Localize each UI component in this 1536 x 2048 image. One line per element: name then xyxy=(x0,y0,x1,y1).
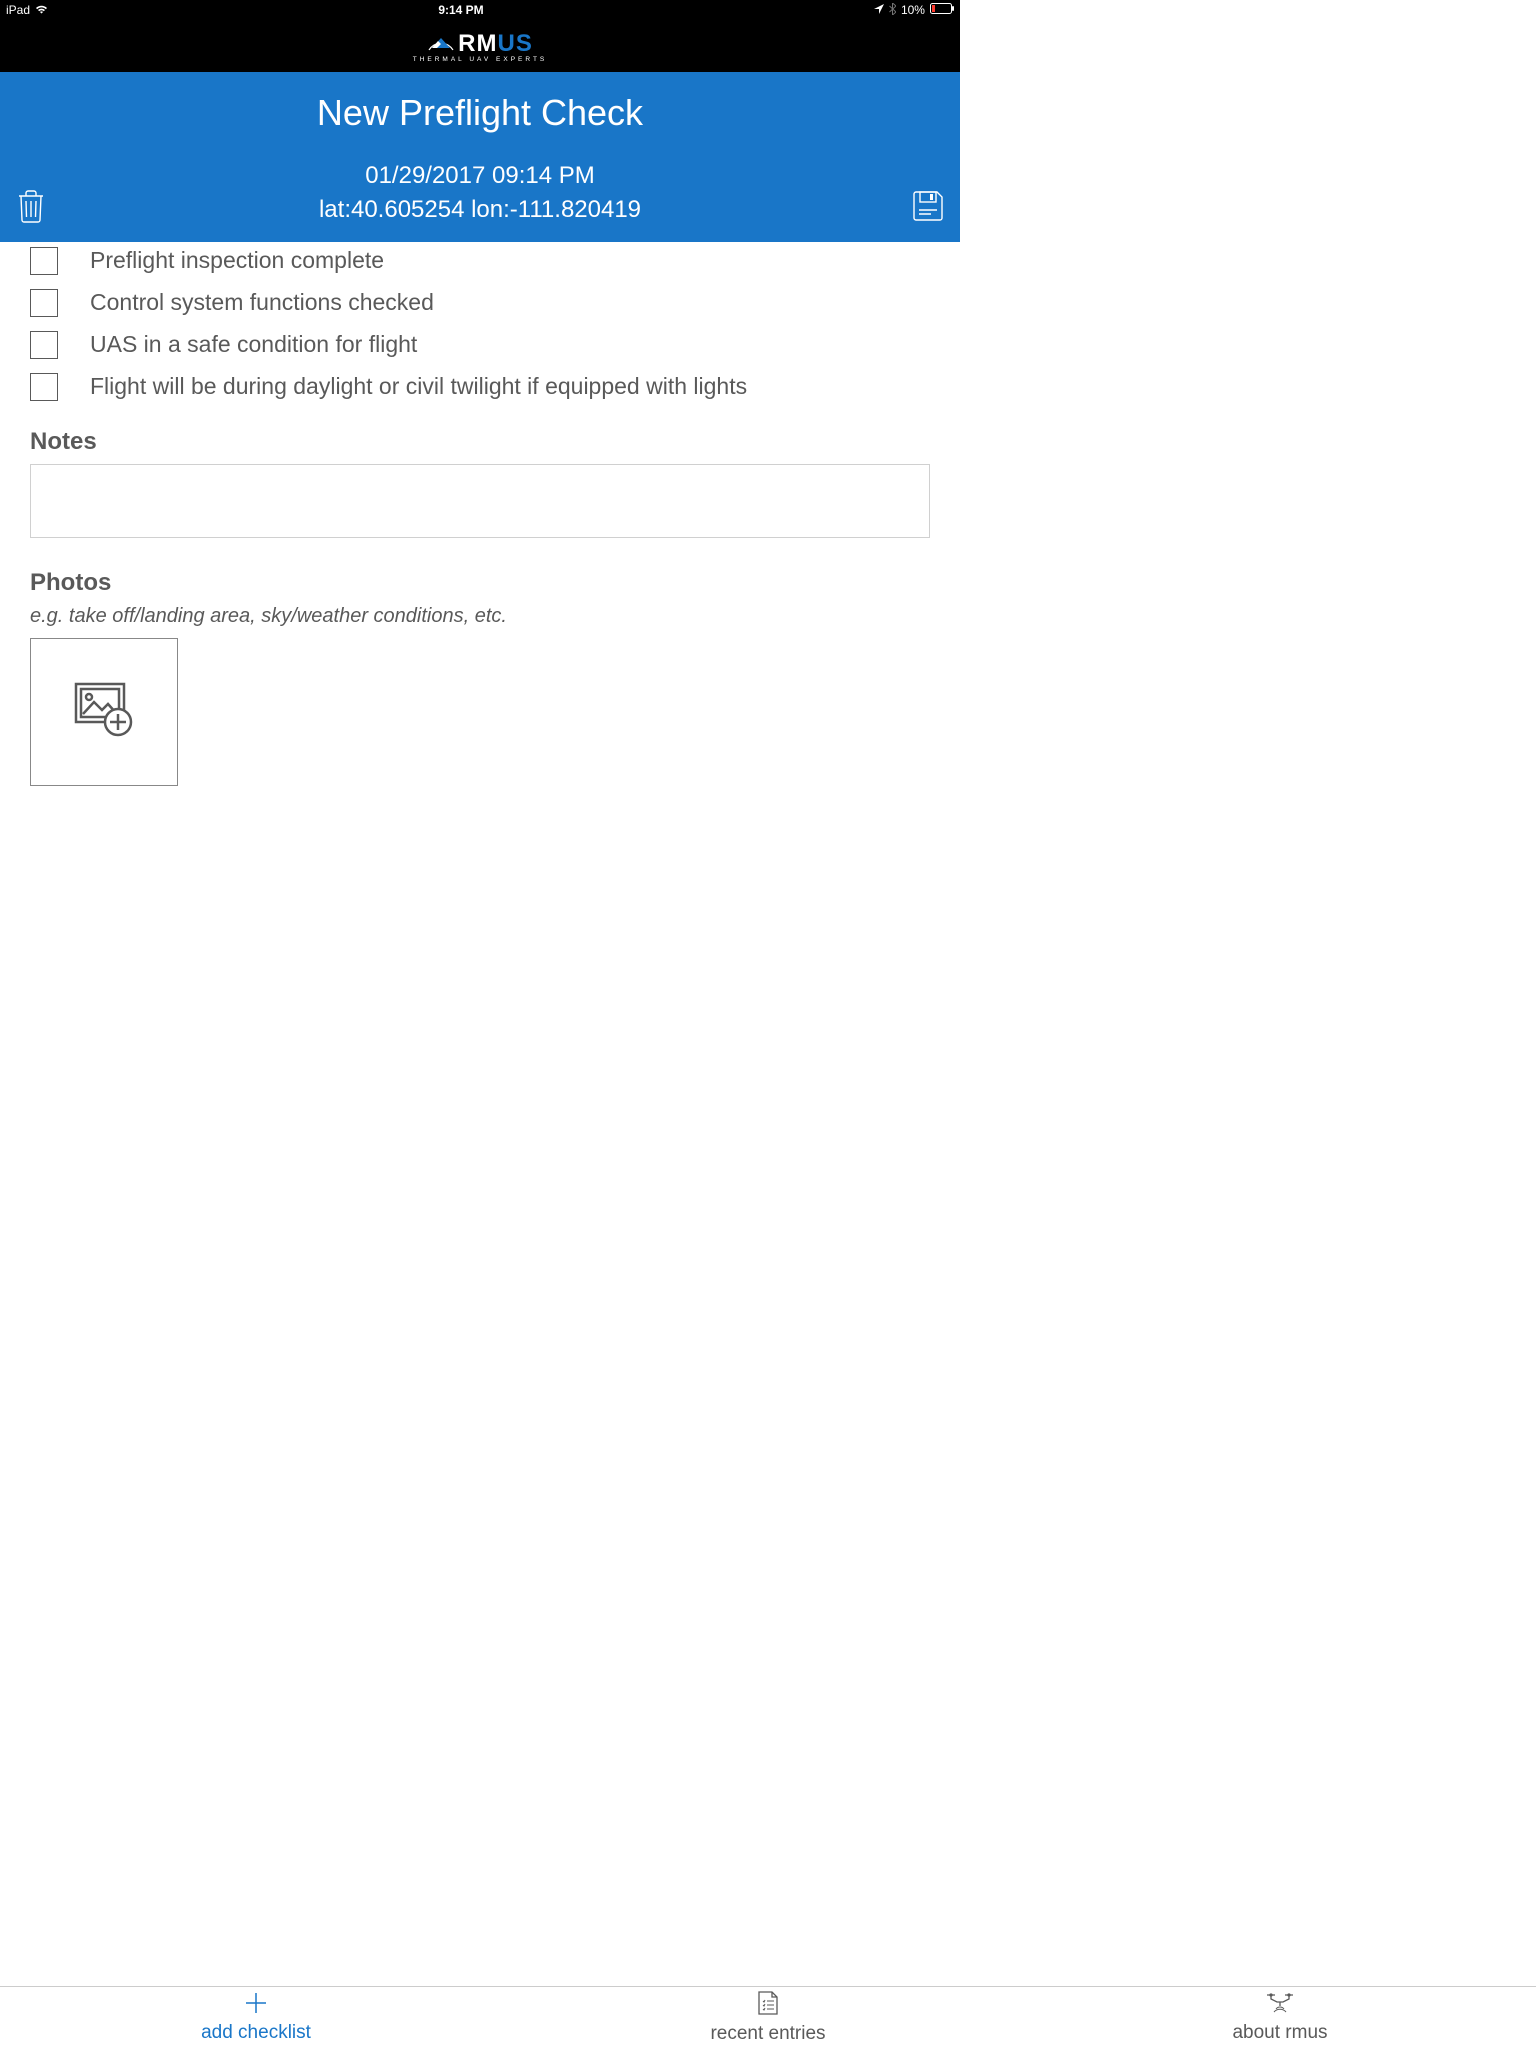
checklist-label: Preflight inspection complete xyxy=(90,246,384,276)
bluetooth-icon xyxy=(889,3,896,18)
tab-label: recent entries xyxy=(710,2023,825,2045)
checklist-label: Flight will be during daylight or civil … xyxy=(90,372,747,402)
logo-mark-icon xyxy=(427,30,455,57)
page-title: New Preflight Check xyxy=(20,92,940,134)
add-photo-icon xyxy=(72,680,136,743)
logo-bar: RMUS THERMAL UAV EXPERTS xyxy=(0,20,960,72)
checklist-item: Flight will be during daylight or civil … xyxy=(30,372,930,402)
logo-text-2: US xyxy=(497,30,532,57)
tab-recent-entries[interactable]: recent entries xyxy=(512,1987,1024,2048)
delete-button[interactable] xyxy=(15,189,47,228)
status-bar: iPad 9:14 PM 10% xyxy=(0,0,960,20)
checklist-label: UAS in a safe condition for flight xyxy=(90,330,417,360)
content-area: Preflight inspection complete Control sy… xyxy=(0,242,960,786)
photos-hint: e.g. take off/landing area, sky/weather … xyxy=(30,605,930,628)
drone-icon xyxy=(1265,1991,1295,2021)
wifi-icon xyxy=(35,3,48,17)
checklist-label: Control system functions checked xyxy=(90,288,434,318)
logo-tagline: THERMAL UAV EXPERTS xyxy=(413,56,548,63)
checklist-item: UAS in a safe condition for flight xyxy=(30,330,930,360)
tab-label: add checklist xyxy=(201,2022,311,2044)
device-label: iPad xyxy=(6,3,30,17)
tab-bar: add checklist recent entries xyxy=(0,1986,1536,2048)
logo-text-1: RM xyxy=(458,30,497,57)
location-icon xyxy=(874,3,884,17)
plus-icon xyxy=(244,1991,268,2021)
checkbox[interactable] xyxy=(30,289,58,317)
notes-heading: Notes xyxy=(30,428,930,456)
checklist-item: Control system functions checked xyxy=(30,288,930,318)
add-photo-button[interactable] xyxy=(30,638,178,786)
document-list-icon xyxy=(757,1990,779,2022)
checkbox[interactable] xyxy=(30,373,58,401)
checklist-item: Preflight inspection complete xyxy=(30,246,930,276)
save-button[interactable] xyxy=(911,189,945,228)
notes-input[interactable] xyxy=(30,464,930,538)
battery-pct: 10% xyxy=(901,3,925,17)
status-time: 9:14 PM xyxy=(438,3,483,17)
header-datetime: 01/29/2017 09:14 PM xyxy=(20,162,940,190)
checkbox[interactable] xyxy=(30,331,58,359)
tab-label: about rmus xyxy=(1232,2022,1327,2044)
tab-add-checklist[interactable]: add checklist xyxy=(0,1987,512,2048)
page-header: New Preflight Check 01/29/2017 09:14 PM … xyxy=(0,72,960,242)
battery-icon xyxy=(930,3,954,17)
header-location: lat:40.605254 lon:-111.820419 xyxy=(20,196,940,224)
photos-heading: Photos xyxy=(30,569,930,597)
tab-about-rmus[interactable]: about rmus xyxy=(1024,1987,1536,2048)
checkbox[interactable] xyxy=(30,247,58,275)
